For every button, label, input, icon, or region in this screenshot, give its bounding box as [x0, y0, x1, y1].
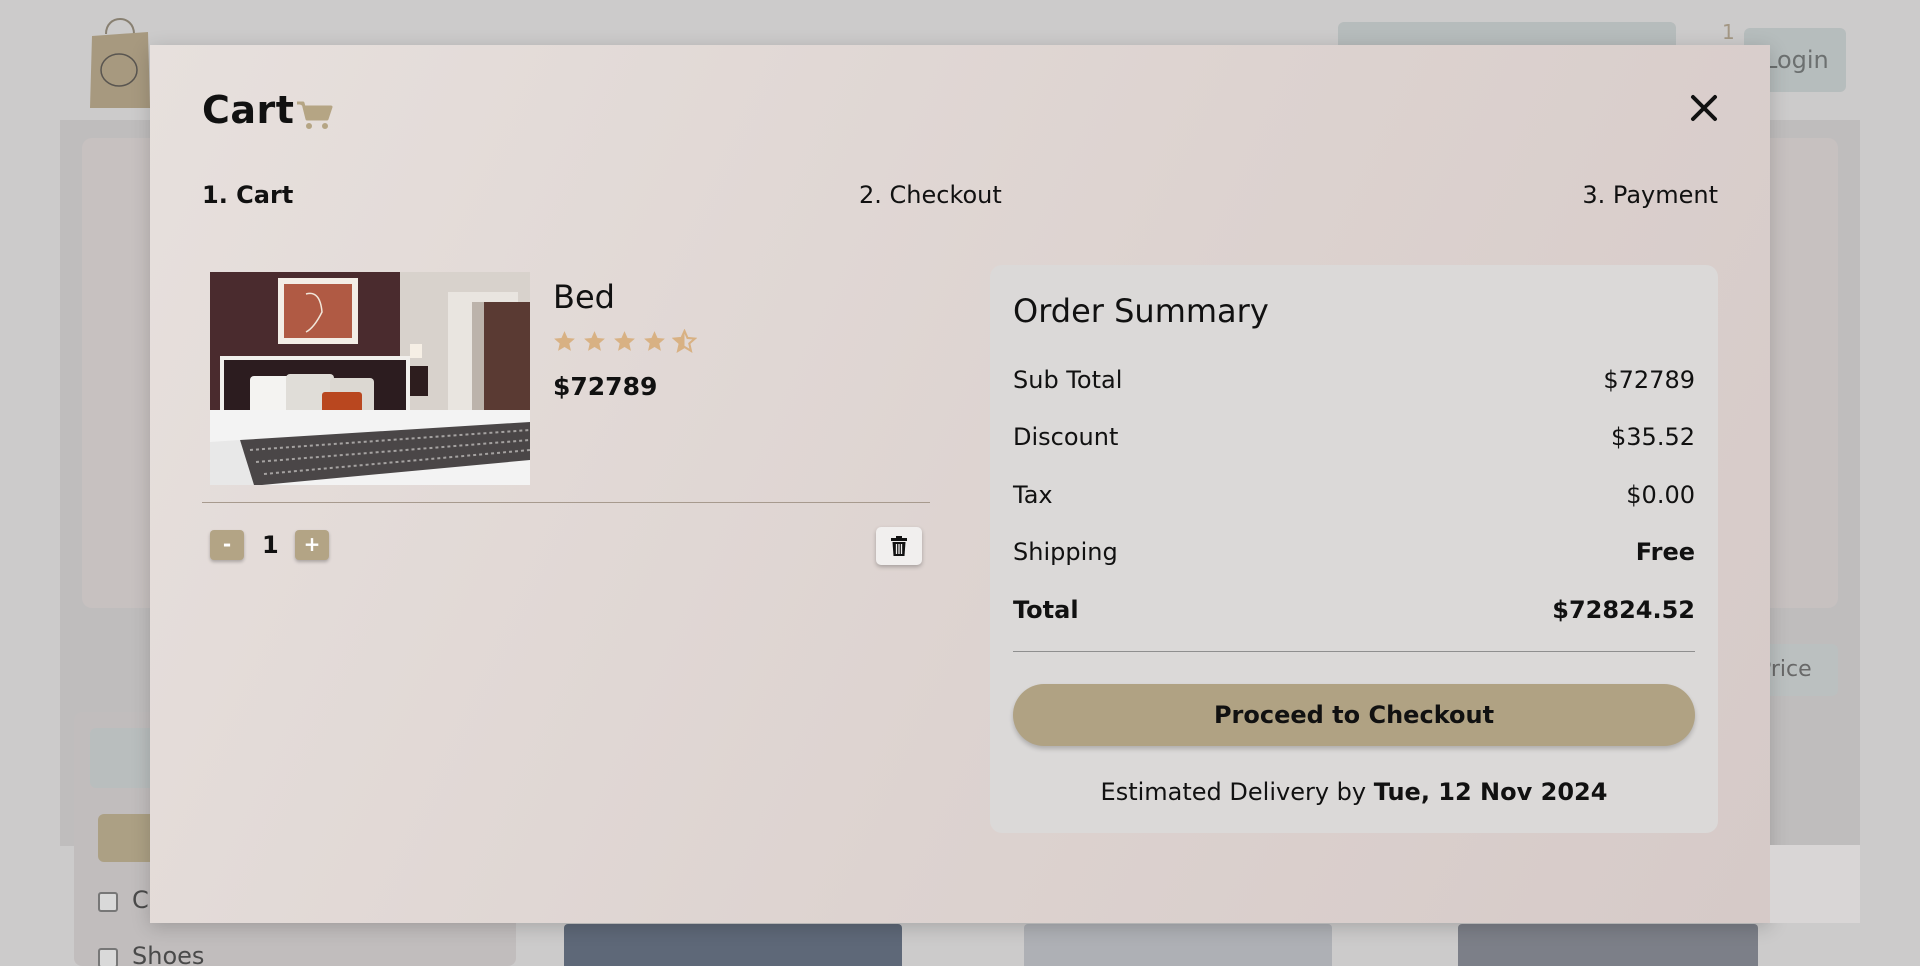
- product-name: Bed: [553, 278, 615, 316]
- increase-quantity-button[interactable]: +: [295, 530, 329, 560]
- summary-divider: [1013, 651, 1695, 652]
- star-icon: [552, 329, 577, 354]
- summary-label: Sub Total: [1013, 366, 1123, 394]
- item-divider: [202, 502, 930, 503]
- remove-item-button[interactable]: [876, 527, 922, 565]
- summary-label: Total: [1013, 596, 1079, 624]
- trash-icon: [891, 536, 907, 556]
- star-icon: [642, 329, 667, 354]
- delivery-date: Tue, 12 Nov 2024: [1373, 778, 1608, 806]
- summary-value: $35.52: [1611, 423, 1695, 451]
- estimated-delivery: Estimated Delivery by Tue, 12 Nov 2024: [990, 778, 1718, 806]
- cart-title: Cart: [202, 88, 295, 132]
- summary-row-total: Total $72824.52: [1013, 596, 1695, 624]
- summary-row-subtotal: Sub Total $72789: [1013, 366, 1695, 394]
- product-price: $72789: [553, 372, 658, 401]
- summary-row-tax: Tax $0.00: [1013, 481, 1695, 509]
- product-image[interactable]: [210, 272, 530, 485]
- order-summary: Order Summary Sub Total $72789 Discount …: [990, 265, 1718, 833]
- step-cart: 1. Cart: [202, 181, 294, 209]
- modal-edge: [1770, 845, 1860, 923]
- summary-value: $72789: [1603, 366, 1695, 394]
- summary-value: Free: [1635, 538, 1695, 566]
- summary-value: $72824.52: [1552, 596, 1695, 624]
- star-icon: [612, 329, 637, 354]
- summary-row-shipping: Shipping Free: [1013, 538, 1695, 566]
- order-summary-title: Order Summary: [1013, 292, 1269, 330]
- star-half-icon: [671, 328, 698, 354]
- step-checkout: 2. Checkout: [859, 181, 1002, 209]
- summary-label: Tax: [1013, 481, 1053, 509]
- star-icon: [582, 329, 607, 354]
- delivery-prefix: Estimated Delivery by: [1100, 778, 1374, 806]
- cart-modal: Cart 1. Cart 2. Checkout 3. Payment Bed: [150, 45, 1860, 923]
- quantity-value: 1: [262, 531, 279, 559]
- product-rating: [552, 328, 698, 354]
- summary-row-discount: Discount $35.52: [1013, 423, 1695, 451]
- step-payment: 3. Payment: [1582, 181, 1718, 209]
- proceed-to-checkout-button[interactable]: Proceed to Checkout: [1013, 684, 1695, 746]
- decrease-quantity-button[interactable]: -: [210, 530, 244, 560]
- close-icon[interactable]: [1687, 91, 1721, 125]
- summary-label: Discount: [1013, 423, 1119, 451]
- summary-label: Shipping: [1013, 538, 1118, 566]
- summary-value: $0.00: [1626, 481, 1695, 509]
- cart-icon: [297, 101, 333, 129]
